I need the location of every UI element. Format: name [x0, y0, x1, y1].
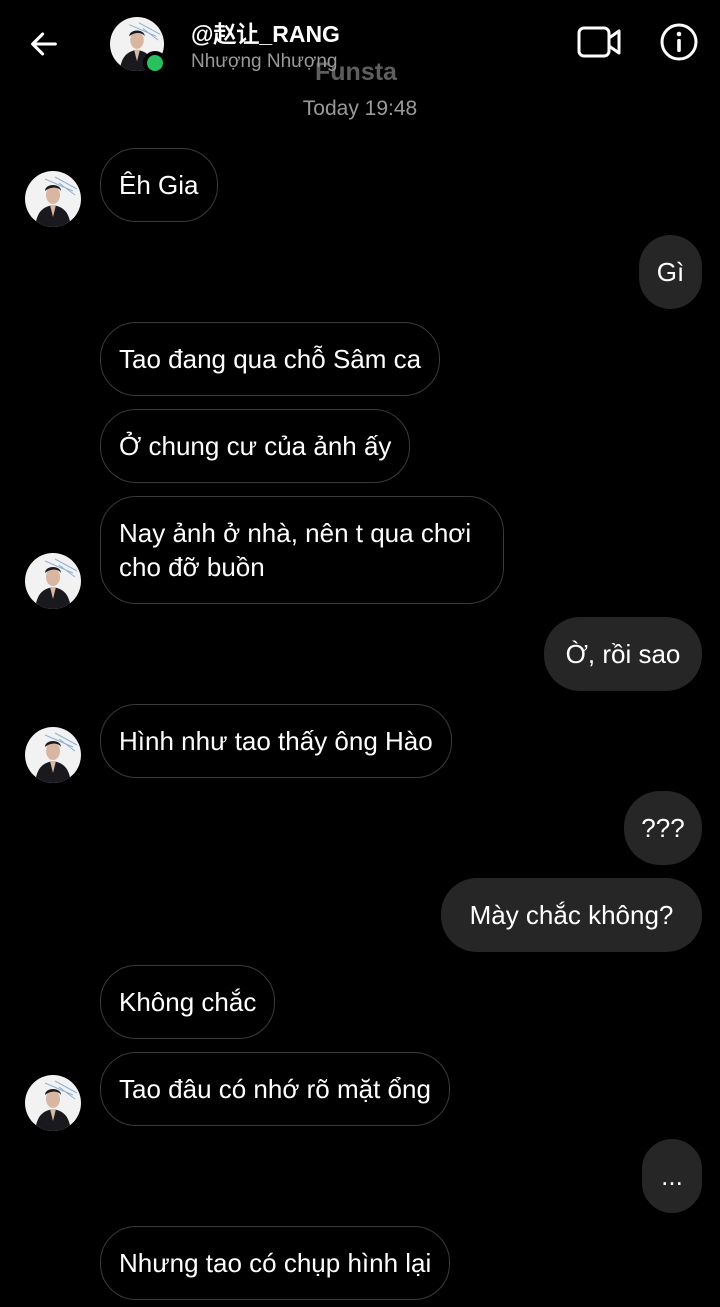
video-camera-icon — [577, 26, 621, 58]
avatar-image — [25, 171, 81, 227]
message-incoming[interactable]: Êh Gia — [100, 148, 218, 222]
message-text: Gì — [656, 257, 685, 287]
message-text: Tao đang qua chỗ Sâm ca — [119, 344, 422, 374]
message-text: ??? — [641, 813, 685, 843]
message-text: Nay ảnh ở nhà, nên t qua chơi cho đỡ buồ… — [119, 518, 472, 582]
contact-name[interactable]: @赵让_RANG — [191, 15, 340, 49]
message-outgoing[interactable]: Gì — [639, 235, 702, 309]
info-button[interactable] — [655, 18, 703, 66]
message-text: Hình như tao thấy ông Hào — [119, 726, 433, 756]
message-text: Ờ, rồi sao — [565, 639, 681, 669]
avatar-image — [25, 553, 81, 609]
message-incoming[interactable]: Hình như tao thấy ông Hào — [100, 704, 452, 778]
message-incoming[interactable]: Nay ảnh ở nhà, nên t qua chơi cho đỡ buồ… — [100, 496, 504, 604]
video-call-button[interactable] — [574, 20, 624, 64]
avatar-image — [25, 727, 81, 783]
arrow-left-icon — [31, 32, 57, 56]
message-text: Mày chắc không? — [469, 900, 674, 930]
info-icon — [660, 23, 698, 61]
chat-screen: @赵让_RANG Funsta Nhượng Nhượng Today 19:4… — [0, 0, 720, 1307]
chat-header: @赵让_RANG Funsta Nhượng Nhượng — [0, 0, 720, 95]
contact-subtitle: Nhượng Nhượng — [191, 51, 338, 72]
message-text: Êh Gia — [119, 170, 199, 200]
message-text: Tao đâu có nhớ rõ mặt ổng — [119, 1074, 431, 1104]
message-text: Nhưng tao có chụp hình lại — [119, 1248, 432, 1278]
message-text: ... — [661, 1161, 683, 1191]
message-outgoing[interactable]: Mày chắc không? — [441, 878, 702, 952]
message-avatar[interactable] — [25, 553, 81, 609]
message-incoming[interactable]: Ở chung cư của ảnh ấy — [100, 409, 411, 483]
message-avatar[interactable] — [25, 171, 81, 227]
message-outgoing[interactable]: ... — [642, 1139, 702, 1213]
message-text: Không chắc — [119, 987, 257, 1017]
online-status-dot — [143, 51, 167, 75]
avatar-image — [25, 1075, 81, 1131]
message-incoming[interactable]: Nhưng tao có chụp hình lại — [100, 1226, 451, 1300]
back-button[interactable] — [20, 22, 68, 66]
conversation-timestamp: Today 19:48 — [302, 97, 418, 120]
message-incoming[interactable]: Tao đâu có nhớ rõ mặt ổng — [100, 1052, 450, 1126]
message-outgoing[interactable]: ??? — [624, 791, 702, 865]
message-incoming[interactable]: Không chắc — [100, 965, 276, 1039]
message-avatar[interactable] — [25, 1075, 81, 1131]
message-incoming[interactable]: Tao đang qua chỗ Sâm ca — [100, 322, 441, 396]
message-avatar[interactable] — [25, 727, 81, 783]
message-text: Ở chung cư của ảnh ấy — [119, 431, 392, 461]
message-outgoing[interactable]: Ờ, rồi sao — [544, 617, 702, 691]
